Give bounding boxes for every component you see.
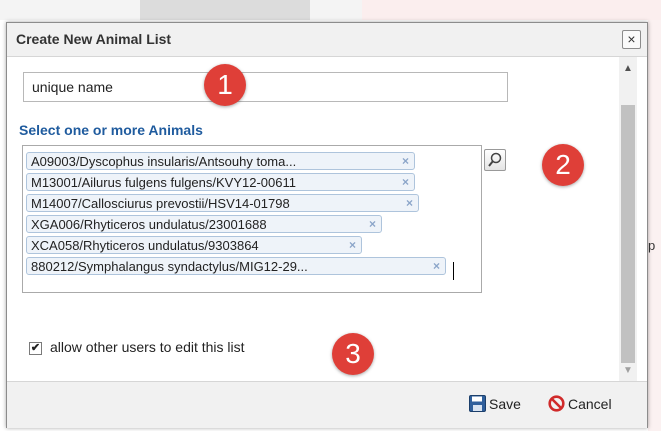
cancel-button[interactable]: Cancel [548,395,642,415]
scrollbar[interactable]: ▲ ▼ [619,57,637,381]
remove-tag-icon[interactable]: × [402,175,409,190]
cancel-icon [548,395,565,412]
list-name-input[interactable] [23,72,508,102]
dialog-content: Select one or more Animals A09003/Dyscop… [7,57,647,381]
animal-tag-label: 880212/Symphalangus syndactylus/MIG12-29… [31,259,308,274]
animal-tag: XCA058/Rhyticeros undulatus/9303864 × [26,236,362,254]
remove-tag-icon[interactable]: × [349,238,356,253]
background-row [362,0,661,20]
animal-tag-label: A09003/Dyscophus insularis/Antsouhy toma… [31,154,297,169]
create-animal-list-dialog: Create New Animal List × Select one or m… [6,22,648,428]
animal-tag-label: M14007/Callosciurus prevostii/HSV14-0179… [31,196,290,211]
animals-label: Select one or more Animals [19,122,203,138]
text-cursor [453,262,454,280]
search-icon [488,152,502,167]
allow-edit-checkbox[interactable]: ✔ [29,342,42,355]
close-button[interactable]: × [622,30,641,49]
remove-tag-icon[interactable]: × [402,154,409,169]
remove-tag-icon[interactable]: × [433,259,440,274]
callout-badge-1: 1 [204,64,246,106]
background-column: p [648,20,661,431]
background-text-fragment: p [648,238,656,253]
background-tab [140,0,310,20]
animal-tag: M14007/Callosciurus prevostii/HSV14-0179… [26,194,419,212]
scroll-down-arrow-icon[interactable]: ▼ [623,365,633,376]
scroll-up-arrow-icon[interactable]: ▲ [623,63,633,74]
cancel-label: Cancel [568,396,612,412]
close-icon: × [627,31,636,47]
animal-tag-label: M13001/Ailurus fulgens fulgens/KVY12-006… [31,175,296,190]
dialog-title: Create New Animal List [16,31,172,47]
animal-tag-label: XCA058/Rhyticeros undulatus/9303864 [31,238,259,253]
animal-tag: 880212/Symphalangus syndactylus/MIG12-29… [26,257,446,275]
animal-tag: M13001/Ailurus fulgens fulgens/KVY12-006… [26,173,415,191]
save-label: Save [489,396,521,412]
scrollbar-thumb[interactable] [621,105,635,363]
callout-badge-2: 2 [542,144,584,186]
save-button[interactable]: Save [469,395,541,415]
lookup-button[interactable] [484,149,506,171]
callout-badge-3: 3 [332,333,374,375]
dialog-titlebar[interactable]: Create New Animal List × [7,23,647,57]
remove-tag-icon[interactable]: × [369,217,376,232]
animal-tag: A09003/Dyscophus insularis/Antsouhy toma… [26,152,415,170]
allow-edit-label[interactable]: allow other users to edit this list [50,339,245,355]
floppy-disk-icon [469,395,486,412]
background-header [0,0,661,20]
dialog-footer: Save Cancel [7,381,647,428]
animal-multiselect[interactable]: A09003/Dyscophus insularis/Antsouhy toma… [22,145,482,293]
animal-tag: XGA006/Rhyticeros undulatus/23001688 × [26,215,382,233]
checkmark-icon: ✔ [30,342,41,354]
animal-tag-label: XGA006/Rhyticeros undulatus/23001688 [31,217,267,232]
remove-tag-icon[interactable]: × [406,196,413,211]
